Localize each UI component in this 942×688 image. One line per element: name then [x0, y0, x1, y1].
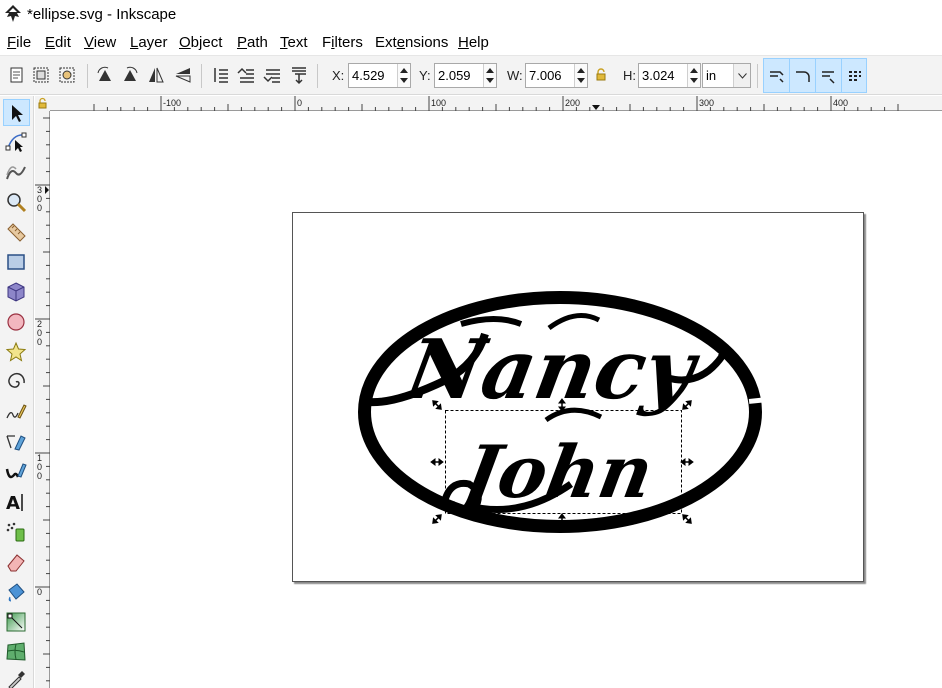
separator: [317, 64, 318, 88]
menu-filters[interactable]: Filters: [322, 34, 363, 51]
deselect-icon[interactable]: [57, 65, 77, 85]
menu-file[interactable]: File: [7, 34, 31, 51]
star-tool-icon[interactable]: [3, 339, 30, 366]
separator: [757, 64, 758, 88]
dropper-tool-icon[interactable]: [3, 667, 30, 688]
unit-select[interactable]: in: [702, 63, 751, 88]
ruler-label: 0: [37, 337, 42, 347]
menu-extensions[interactable]: Extensions: [375, 34, 448, 51]
zoom-tool-icon[interactable]: [3, 189, 30, 216]
horizontal-ruler[interactable]: -100 0 100 200 300 400: [50, 96, 942, 111]
separator: [87, 64, 88, 88]
toolbox: A: [0, 96, 34, 688]
ruler-label: 200: [565, 98, 580, 108]
measure-tool-icon[interactable]: [3, 219, 30, 246]
pencil-tool-icon[interactable]: [3, 399, 30, 426]
rotate-cw-icon[interactable]: [120, 65, 140, 85]
menu-edit[interactable]: Edit: [45, 34, 71, 51]
flip-vertical-icon[interactable]: [173, 65, 193, 85]
menu-text[interactable]: Text: [280, 34, 308, 51]
x-label: X:: [332, 68, 345, 83]
inkscape-icon: [5, 5, 21, 22]
ruler-label: 400: [833, 98, 848, 108]
script-text-nancy: Nancy: [396, 322, 706, 418]
unit-value: in: [706, 68, 717, 83]
spray-tool-icon[interactable]: [3, 519, 30, 546]
transform-options: [763, 58, 867, 93]
vertical-ruler[interactable]: 3002001000: [35, 111, 50, 688]
lower-icon[interactable]: [262, 65, 282, 85]
ruler-corner: [35, 96, 50, 111]
select-all-icon[interactable]: [7, 65, 27, 85]
title-bar: *ellipse.svg - Inkscape: [0, 0, 942, 30]
ruler-label: 300: [699, 98, 714, 108]
menu-bar: File Edit View Layer Object Path Text Filters Ex…: [0, 30, 942, 55]
raise-to-top-icon[interactable]: [211, 65, 231, 85]
lower-to-bottom-icon[interactable]: [289, 65, 309, 85]
pen-tool-icon[interactable]: [3, 429, 30, 456]
x-spin-arrows[interactable]: [397, 64, 410, 87]
raise-icon[interactable]: [236, 65, 256, 85]
calligraphy-tool-icon[interactable]: [3, 459, 30, 486]
ruler-label: 0: [297, 98, 302, 108]
node-tool-icon[interactable]: [3, 129, 30, 156]
vertical-ruler-ticks: 3002001000: [35, 117, 50, 682]
window-title: *ellipse.svg - Inkscape: [27, 6, 177, 23]
h-label: H:: [623, 68, 636, 83]
w-spinbox[interactable]: [525, 63, 588, 88]
drawing-canvas[interactable]: Nancy John: [51, 112, 942, 688]
selector-tool-icon[interactable]: [3, 99, 30, 126]
paint-bucket-tool-icon[interactable]: [3, 579, 30, 606]
ruler-label: 0: [37, 587, 42, 597]
menu-object[interactable]: Object: [179, 34, 222, 51]
rectangle-tool-icon[interactable]: [3, 249, 30, 276]
menu-help[interactable]: Help: [458, 34, 489, 51]
transform-patterns-icon[interactable]: [846, 67, 864, 85]
ruler-position-marker: [45, 186, 49, 194]
h-spin-arrows[interactable]: [687, 64, 700, 87]
tool-controls-bar: X: Y: W: H: in: [0, 55, 942, 95]
ellipse-tool-icon[interactable]: [3, 309, 30, 336]
y-spinbox[interactable]: [434, 63, 497, 88]
ruler-label: 100: [431, 98, 446, 108]
transform-gradients-icon[interactable]: [820, 67, 838, 85]
mesh-tool-icon[interactable]: [3, 639, 30, 666]
menu-view[interactable]: View: [84, 34, 116, 51]
menu-layer[interactable]: Layer: [130, 34, 168, 51]
ruler-label: 0: [37, 471, 42, 481]
rotate-ccw-icon[interactable]: [95, 65, 115, 85]
menu-path[interactable]: Path: [237, 34, 268, 51]
ruler-label: -100: [163, 98, 181, 108]
w-input[interactable]: [526, 64, 574, 87]
gradient-tool-icon[interactable]: [3, 609, 30, 636]
svg-text:A: A: [6, 493, 20, 513]
horizontal-ruler-ticks: -100 0 100 200 300 400: [93, 96, 899, 111]
lock-icon[interactable]: [596, 68, 606, 81]
y-spin-arrows[interactable]: [483, 64, 496, 87]
scale-stroke-icon[interactable]: [768, 67, 786, 85]
3d-box-tool-icon[interactable]: [3, 279, 30, 306]
select-all-layers-icon[interactable]: [31, 65, 51, 85]
spiral-tool-icon[interactable]: [3, 369, 30, 396]
y-input[interactable]: [435, 64, 483, 87]
flip-horizontal-icon[interactable]: [146, 65, 166, 85]
ruler-label: 0: [37, 203, 42, 213]
tweak-tool-icon[interactable]: [3, 159, 30, 186]
y-label: Y:: [419, 68, 431, 83]
lock-icon[interactable]: [35, 96, 50, 111]
h-spinbox[interactable]: [638, 63, 701, 88]
separator: [201, 64, 202, 88]
x-input[interactable]: [349, 64, 397, 87]
eraser-tool-icon[interactable]: [3, 549, 30, 576]
scale-corners-icon[interactable]: [794, 67, 812, 85]
text-tool-icon[interactable]: A: [3, 489, 30, 516]
ruler-position-marker: [592, 105, 600, 110]
w-spin-arrows[interactable]: [574, 64, 587, 87]
h-input[interactable]: [639, 64, 687, 87]
chevron-down-icon[interactable]: [733, 64, 750, 87]
x-spinbox[interactable]: [348, 63, 411, 88]
w-label: W:: [507, 68, 523, 83]
